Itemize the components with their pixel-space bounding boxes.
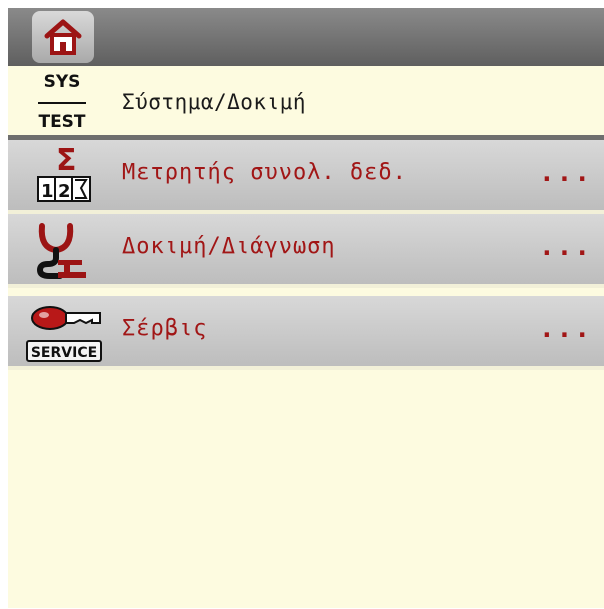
stethoscope-diagnosis-icon xyxy=(26,218,104,282)
service-badge: SERVICE xyxy=(26,340,102,362)
menu-item-label: Σέρβις xyxy=(122,316,208,341)
test-icon-label: TEST xyxy=(38,112,86,132)
svg-text:1: 1 xyxy=(41,181,54,202)
home-icon xyxy=(44,19,82,55)
menu-item-service[interactable]: SERVICE Σέρβις ... xyxy=(8,296,604,370)
svg-text:2: 2 xyxy=(58,181,71,202)
sigma-counter-icon: Σ 1 2 xyxy=(26,143,104,208)
home-button[interactable] xyxy=(32,11,94,63)
menu-item-total-data-counter[interactable]: Σ 1 2 Μετρητής συνολ. δεδ. ... xyxy=(8,140,604,214)
more-indicator: ... xyxy=(539,314,592,344)
more-indicator: ... xyxy=(539,232,592,262)
menu-item-label: Μετρητής συνολ. δεδ. xyxy=(122,160,407,185)
svg-text:Σ: Σ xyxy=(56,144,77,178)
sys-test-icon: SYS TEST xyxy=(28,72,96,134)
screen: SYS TEST Σύστημα/Δοκιμή Σ 1 2 Μετρητής σ… xyxy=(8,8,604,608)
menu-header: SYS TEST Σύστημα/Δοκιμή xyxy=(8,66,604,140)
service-key-icon: SERVICE xyxy=(26,300,104,364)
sys-icon-label: SYS xyxy=(43,72,81,92)
menu-item-test-diagnosis[interactable]: Δοκιμή/Διάγνωση ... xyxy=(8,214,604,288)
menu-item-label: Δοκιμή/Διάγνωση xyxy=(122,234,336,259)
page-title: Σύστημα/Δοκιμή xyxy=(122,90,307,114)
more-indicator: ... xyxy=(539,158,592,188)
top-bar xyxy=(8,8,604,66)
